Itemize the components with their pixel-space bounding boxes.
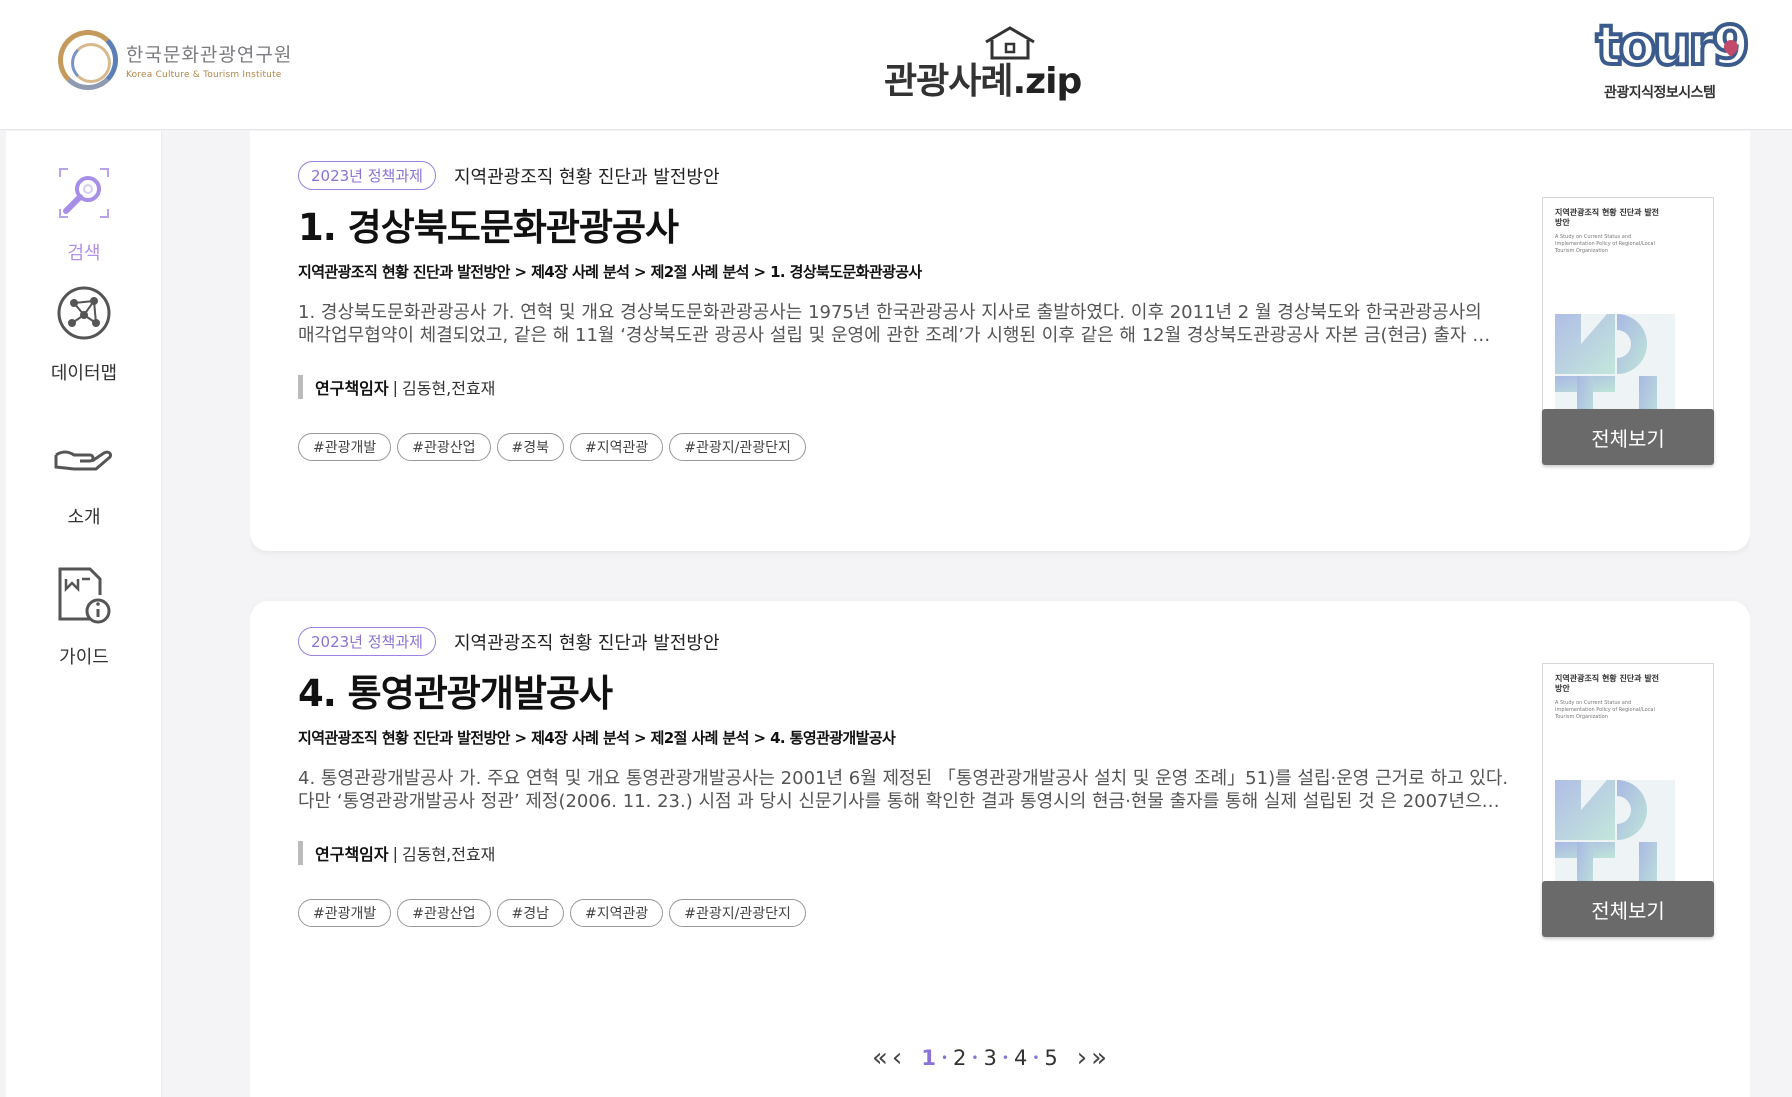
sidebar-item-label: 가이드 <box>59 647 109 668</box>
author-separator: | <box>392 843 398 863</box>
author-info: 연구책임자 | 김동현,전효재 <box>298 841 495 865</box>
cover-subtitle: A Study on Current Status and Implementa… <box>1555 700 1655 720</box>
page-separator: • <box>1032 1051 1040 1065</box>
view-full-button[interactable]: 전체보기 <box>1542 409 1714 465</box>
author-label: 연구책임자 <box>315 379 389 398</box>
result-snippet: 4. 통영관광개발공사 가. 주요 연혁 및 개요 통영관광개발공사는 2001… <box>298 767 1538 813</box>
snippet-line: 1. 경상북도문화관광공사 가. 연혁 및 개요 경상북도문화관광공사는 197… <box>298 302 1482 323</box>
org-name-ko: 한국문화관광연구원 <box>126 44 293 66</box>
snippet-line: 4. 통영관광개발공사 가. 주요 연혁 및 개요 통영관광개발공사는 2001… <box>298 768 1509 789</box>
sidebar: 검색 데이터맵 소개 가이드 <box>6 131 162 1097</box>
page-separator: • <box>1001 1051 1009 1065</box>
result-card: 2023년 정책과제 지역관광조직 현황 진단과 발전방안 4. 통영관광개발공… <box>250 601 1750 1097</box>
project-name: 지역관광조직 현황 진단과 발전방안 <box>453 632 720 654</box>
kcti-emblem-icon <box>58 30 118 90</box>
header: 한국문화관광연구원 Korea Culture & Tourism Instit… <box>0 0 1792 130</box>
page-separator: • <box>971 1051 979 1065</box>
page-link-3[interactable]: 3 <box>980 1046 999 1070</box>
snippet-line: 다만 ‘통영관광개발공사 정관’ 제정(2006. 11. 23.) 시점 과 … <box>298 791 1500 812</box>
tag-chip[interactable]: #경남 <box>496 899 565 927</box>
results-area: 2023년 정책과제 지역관광조직 현황 진단과 발전방안 1. 경상북도문화관… <box>250 131 1750 1097</box>
pagination: « ‹ 1 • 2 • 3 • 4 • 5 › » <box>870 1043 1109 1073</box>
breadcrumb: 지역관광조직 현황 진단과 발전방안 > 제4장 사례 분석 > 제2절 사례 … <box>298 729 896 747</box>
snippet-line: 매각업무협약이 체결되었고, 같은 해 11월 ‘경상북도관 광공사 설립 및 … <box>298 325 1491 346</box>
page-link-5[interactable]: 5 <box>1041 1046 1060 1070</box>
author-label: 연구책임자 <box>315 845 389 864</box>
tag-chip[interactable]: #관광지/관광단지 <box>669 433 806 461</box>
tag-chip[interactable]: #지역관광 <box>570 899 664 927</box>
site-title: 관광사례.zip <box>884 52 1082 104</box>
result-meta: 2023년 정책과제 지역관광조직 현황 진단과 발전방안 <box>298 161 720 190</box>
sidebar-item-label: 검색 <box>67 243 101 264</box>
result-title[interactable]: 1. 경상북도문화관광공사 <box>298 197 679 251</box>
policy-badge: 2023년 정책과제 <box>298 161 436 190</box>
author-info: 연구책임자 | 김동현,전효재 <box>298 375 495 399</box>
org-name-en: Korea Culture & Tourism Institute <box>126 70 282 80</box>
tag-list: #관광개발 #관광산업 #경북 #지역관광 #관광지/관광단지 <box>298 433 806 461</box>
tag-chip[interactable]: #지역관광 <box>570 433 664 461</box>
author-divider <box>298 375 303 399</box>
report-cover[interactable]: 지역관광조직 현황 진단과 발전방안 A Study on Current St… <box>1542 663 1714 909</box>
author-divider <box>298 841 303 865</box>
first-page-icon[interactable]: « <box>870 1043 890 1073</box>
hand-icon <box>44 417 124 497</box>
tag-chip[interactable]: #관광지/관광단지 <box>669 899 806 927</box>
author-names: 김동현,전효재 <box>402 379 496 398</box>
kcti-wordmark: 한국문화관광연구원 Korea Culture & Tourism Instit… <box>126 40 292 80</box>
page-separator: • <box>940 1051 949 1065</box>
page-link-4[interactable]: 4 <box>1011 1046 1030 1070</box>
tag-chip[interactable]: #관광산업 <box>397 433 491 461</box>
network-icon <box>44 273 124 353</box>
cover-subtitle: A Study on Current Status and Implementa… <box>1555 234 1655 254</box>
guide-icon <box>44 557 124 637</box>
tag-list: #관광개발 #관광산업 #경남 #지역관광 #관광지/관광단지 <box>298 899 806 927</box>
site-title-suffix: .zip <box>1012 61 1082 102</box>
author-names: 김동현,전효재 <box>402 845 496 864</box>
sidebar-item-guide[interactable]: 가이드 <box>6 557 162 669</box>
sidebar-item-search[interactable]: 검색 <box>6 153 162 265</box>
policy-badge: 2023년 정책과제 <box>298 627 436 656</box>
sidebar-item-about[interactable]: 소개 <box>6 417 162 529</box>
author-separator: | <box>392 377 398 397</box>
view-full-button[interactable]: 전체보기 <box>1542 881 1714 937</box>
report-cover[interactable]: 지역관광조직 현황 진단과 발전방안 A Study on Current St… <box>1542 197 1714 443</box>
tour-logo[interactable]: tour9 관광지식정보시스템 <box>1592 12 1752 102</box>
search-icon <box>44 153 124 233</box>
tour-subtitle: 관광지식정보시스템 <box>1604 85 1716 101</box>
next-page-icon[interactable]: › <box>1075 1043 1089 1073</box>
tag-chip[interactable]: #관광개발 <box>298 433 392 461</box>
sidebar-item-datamap[interactable]: 데이터맵 <box>6 273 162 385</box>
page-link-1[interactable]: 1 <box>918 1046 939 1070</box>
cover-title: 지역관광조직 현황 진단과 발전방안 <box>1555 674 1660 693</box>
result-meta: 2023년 정책과제 지역관광조직 현황 진단과 발전방안 <box>298 627 720 656</box>
result-title[interactable]: 4. 통영관광개발공사 <box>298 663 613 717</box>
site-logo[interactable]: 관광사례.zip <box>884 24 1084 104</box>
result-snippet: 1. 경상북도문화관광공사 가. 연혁 및 개요 경상북도문화관광공사는 197… <box>298 301 1538 347</box>
last-page-icon[interactable]: » <box>1089 1043 1109 1073</box>
prev-page-icon[interactable]: ‹ <box>890 1043 904 1073</box>
site-title-main: 관광사례 <box>884 61 1013 102</box>
tag-chip[interactable]: #관광개발 <box>298 899 392 927</box>
kcti-logo[interactable]: 한국문화관광연구원 Korea Culture & Tourism Instit… <box>58 30 292 90</box>
sidebar-item-label: 소개 <box>67 507 101 528</box>
page-link-2[interactable]: 2 <box>950 1046 969 1070</box>
tag-chip[interactable]: #경북 <box>496 433 565 461</box>
result-card: 2023년 정책과제 지역관광조직 현황 진단과 발전방안 1. 경상북도문화관… <box>250 131 1750 551</box>
sidebar-item-label: 데이터맵 <box>50 363 118 384</box>
breadcrumb: 지역관광조직 현황 진단과 발전방안 > 제4장 사례 분석 > 제2절 사례 … <box>298 263 922 281</box>
tag-chip[interactable]: #관광산업 <box>397 899 491 927</box>
cover-title: 지역관광조직 현황 진단과 발전방안 <box>1555 208 1660 227</box>
project-name: 지역관광조직 현황 진단과 발전방안 <box>453 166 720 188</box>
